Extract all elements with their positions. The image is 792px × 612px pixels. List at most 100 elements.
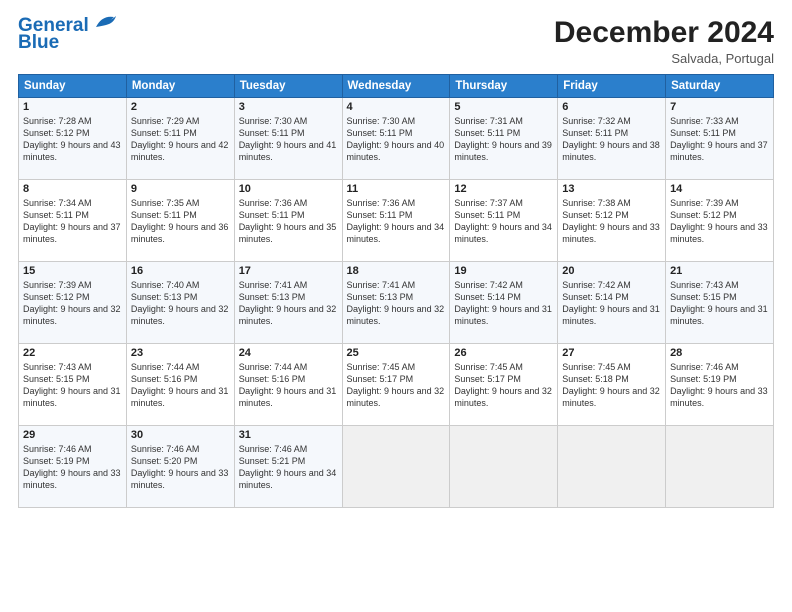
day-number: 21 [670,265,769,277]
calendar-cell [450,426,558,508]
day-number: 23 [131,347,230,359]
day-detail: Sunrise: 7:32 AMSunset: 5:11 PMDaylight:… [562,115,661,164]
day-detail: Sunrise: 7:41 AMSunset: 5:13 PMDaylight:… [239,279,338,328]
calendar-cell: 20 Sunrise: 7:42 AMSunset: 5:14 PMDayligh… [558,262,666,344]
calendar-cell: 27 Sunrise: 7:45 AMSunset: 5:18 PMDayligh… [558,344,666,426]
calendar-cell: 17 Sunrise: 7:41 AMSunset: 5:13 PMDayligh… [234,262,342,344]
calendar-cell: 15 Sunrise: 7:39 AMSunset: 5:12 PMDayligh… [19,262,127,344]
day-detail: Sunrise: 7:35 AMSunset: 5:11 PMDaylight:… [131,197,230,246]
calendar-cell: 9 Sunrise: 7:35 AMSunset: 5:11 PMDaylight… [126,180,234,262]
day-number: 25 [347,347,446,359]
calendar-cell: 26 Sunrise: 7:45 AMSunset: 5:17 PMDayligh… [450,344,558,426]
day-detail: Sunrise: 7:31 AMSunset: 5:11 PMDaylight:… [454,115,553,164]
calendar-cell: 6 Sunrise: 7:32 AMSunset: 5:11 PMDaylight… [558,98,666,180]
calendar-table: SundayMondayTuesdayWednesdayThursdayFrid… [18,74,774,508]
calendar-cell: 24 Sunrise: 7:44 AMSunset: 5:16 PMDayligh… [234,344,342,426]
day-number: 16 [131,265,230,277]
header: General Blue December 2024 Salvada, Port… [18,16,774,66]
day-number: 14 [670,183,769,195]
day-number: 7 [670,101,769,113]
day-detail: Sunrise: 7:28 AMSunset: 5:12 PMDaylight:… [23,115,122,164]
day-detail: Sunrise: 7:34 AMSunset: 5:11 PMDaylight:… [23,197,122,246]
location: Salvada, Portugal [554,51,774,66]
weekday-header-saturday: Saturday [666,75,774,98]
calendar-cell: 11 Sunrise: 7:36 AMSunset: 5:11 PMDayligh… [342,180,450,262]
calendar-cell: 16 Sunrise: 7:40 AMSunset: 5:13 PMDayligh… [126,262,234,344]
calendar-cell: 22Sunrise: 7:43 AMSunset: 5:15 PMDayligh… [19,344,127,426]
day-detail: Sunrise: 7:38 AMSunset: 5:12 PMDaylight:… [562,197,661,246]
day-detail: Sunrise: 7:46 AMSunset: 5:19 PMDaylight:… [23,443,122,492]
weekday-header-thursday: Thursday [450,75,558,98]
weekday-header-wednesday: Wednesday [342,75,450,98]
title-area: December 2024 Salvada, Portugal [554,16,774,66]
day-number: 9 [131,183,230,195]
day-detail: Sunrise: 7:42 AMSunset: 5:14 PMDaylight:… [562,279,661,328]
calendar-cell: 25 Sunrise: 7:45 AMSunset: 5:17 PMDayligh… [342,344,450,426]
day-number: 1 [23,101,122,113]
day-number: 3 [239,101,338,113]
calendar-cell: 28Sunrise: 7:46 AMSunset: 5:19 PMDayligh… [666,344,774,426]
calendar-cell: 29 Sunrise: 7:46 AMSunset: 5:19 PMDayligh… [19,426,127,508]
calendar-cell: 12Sunrise: 7:37 AMSunset: 5:11 PMDayligh… [450,180,558,262]
day-detail: Sunrise: 7:30 AMSunset: 5:11 PMDaylight:… [239,115,338,164]
weekday-header-tuesday: Tuesday [234,75,342,98]
calendar-cell: 31 Sunrise: 7:46 AMSunset: 5:21 PMDayligh… [234,426,342,508]
day-detail: Sunrise: 7:43 AMSunset: 5:15 PMDaylight:… [23,361,122,410]
calendar-cell: 13 Sunrise: 7:38 AMSunset: 5:12 PMDayligh… [558,180,666,262]
day-number: 10 [239,183,338,195]
day-number: 31 [239,429,338,441]
day-detail: Sunrise: 7:41 AMSunset: 5:13 PMDaylight:… [347,279,446,328]
day-detail: Sunrise: 7:29 AMSunset: 5:11 PMDaylight:… [131,115,230,164]
day-number: 4 [347,101,446,113]
calendar-cell: 10 Sunrise: 7:36 AMSunset: 5:11 PMDayligh… [234,180,342,262]
page: General Blue December 2024 Salvada, Port… [0,0,792,612]
day-detail: Sunrise: 7:44 AMSunset: 5:16 PMDaylight:… [131,361,230,410]
calendar-cell: 7Sunrise: 7:33 AMSunset: 5:11 PMDaylight… [666,98,774,180]
day-number: 26 [454,347,553,359]
day-number: 29 [23,429,122,441]
day-detail: Sunrise: 7:43 AMSunset: 5:15 PMDaylight:… [670,279,769,328]
day-detail: Sunrise: 7:39 AMSunset: 5:12 PMDaylight:… [23,279,122,328]
day-detail: Sunrise: 7:40 AMSunset: 5:13 PMDaylight:… [131,279,230,328]
day-detail: Sunrise: 7:45 AMSunset: 5:17 PMDaylight:… [454,361,553,410]
day-number: 8 [23,183,122,195]
calendar-cell: 3 Sunrise: 7:30 AMSunset: 5:11 PMDaylight… [234,98,342,180]
day-detail: Sunrise: 7:45 AMSunset: 5:17 PMDaylight:… [347,361,446,410]
day-detail: Sunrise: 7:44 AMSunset: 5:16 PMDaylight:… [239,361,338,410]
weekday-header-friday: Friday [558,75,666,98]
day-number: 5 [454,101,553,113]
day-number: 17 [239,265,338,277]
day-detail: Sunrise: 7:46 AMSunset: 5:21 PMDaylight:… [239,443,338,492]
day-number: 15 [23,265,122,277]
day-detail: Sunrise: 7:42 AMSunset: 5:14 PMDaylight:… [454,279,553,328]
calendar-cell: 4 Sunrise: 7:30 AMSunset: 5:11 PMDaylight… [342,98,450,180]
day-detail: Sunrise: 7:37 AMSunset: 5:11 PMDaylight:… [454,197,553,246]
day-number: 27 [562,347,661,359]
day-detail: Sunrise: 7:46 AMSunset: 5:20 PMDaylight:… [131,443,230,492]
calendar-cell: 1 Sunrise: 7:28 AMSunset: 5:12 PMDaylight… [19,98,127,180]
calendar-cell: 19Sunrise: 7:42 AMSunset: 5:14 PMDayligh… [450,262,558,344]
day-number: 20 [562,265,661,277]
day-number: 24 [239,347,338,359]
weekday-header-sunday: Sunday [19,75,127,98]
calendar-cell: 8 Sunrise: 7:34 AMSunset: 5:11 PMDaylight… [19,180,127,262]
logo: General Blue [18,16,118,52]
day-detail: Sunrise: 7:36 AMSunset: 5:11 PMDaylight:… [239,197,338,246]
day-number: 28 [670,347,769,359]
calendar-cell: 23 Sunrise: 7:44 AMSunset: 5:16 PMDayligh… [126,344,234,426]
calendar-cell: 14Sunrise: 7:39 AMSunset: 5:12 PMDayligh… [666,180,774,262]
calendar-cell: 21 Sunrise: 7:43 AMSunset: 5:15 PMDayligh… [666,262,774,344]
calendar-cell [342,426,450,508]
day-number: 13 [562,183,661,195]
calendar-cell: 18Sunrise: 7:41 AMSunset: 5:13 PMDayligh… [342,262,450,344]
day-detail: Sunrise: 7:36 AMSunset: 5:11 PMDaylight:… [347,197,446,246]
day-number: 6 [562,101,661,113]
day-detail: Sunrise: 7:30 AMSunset: 5:11 PMDaylight:… [347,115,446,164]
calendar-cell [666,426,774,508]
calendar-cell: 30Sunrise: 7:46 AMSunset: 5:20 PMDayligh… [126,426,234,508]
day-detail: Sunrise: 7:45 AMSunset: 5:18 PMDaylight:… [562,361,661,410]
month-title: December 2024 [554,16,774,49]
calendar-cell [558,426,666,508]
day-number: 2 [131,101,230,113]
day-number: 11 [347,183,446,195]
